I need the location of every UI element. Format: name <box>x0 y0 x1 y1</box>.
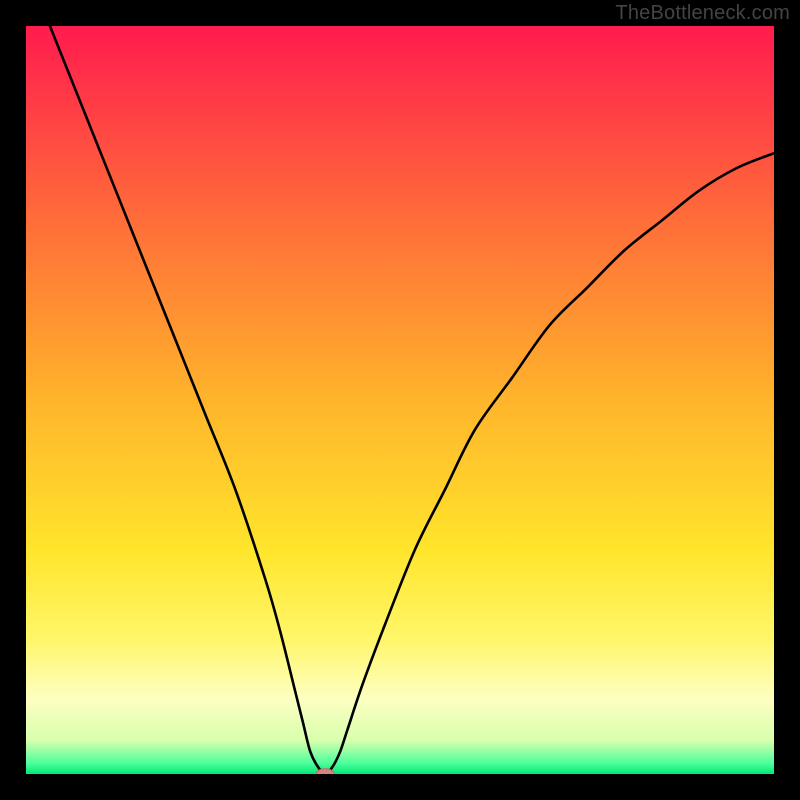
chart-frame: TheBottleneck.com <box>0 0 800 800</box>
plot-area <box>26 26 774 774</box>
bottleneck-chart <box>26 26 774 774</box>
gradient-background <box>26 26 774 774</box>
watermark-text: TheBottleneck.com <box>615 2 790 25</box>
